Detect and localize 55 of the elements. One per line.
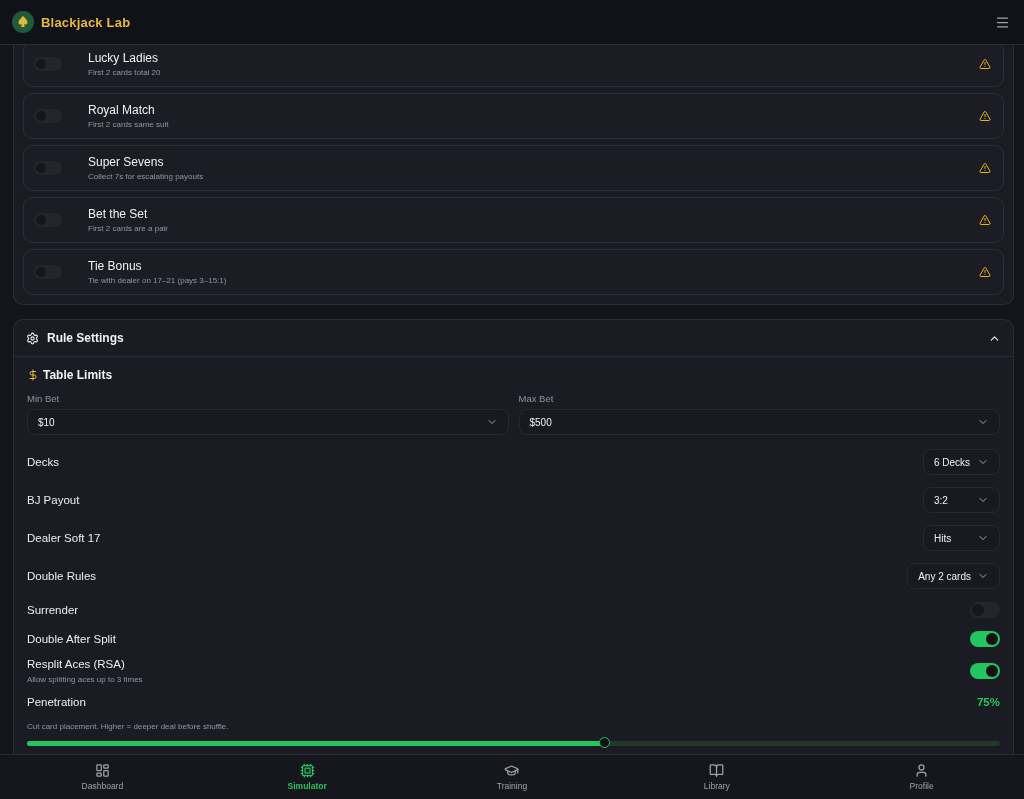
warning-icon — [979, 162, 991, 174]
bet-select[interactable]: $10 — [27, 409, 509, 435]
person-icon — [914, 763, 930, 778]
rule-label: Surrender — [27, 603, 79, 616]
rule-select[interactable]: Any 2 cards — [907, 563, 1000, 589]
toggle-switch[interactable] — [970, 663, 1000, 679]
rule-description: Cut card placement. Higher = deeper deal before shuffle. — [27, 722, 229, 731]
panel-header[interactable]: Rule Settings — [14, 320, 1013, 357]
nav-item[interactable]: Training — [409, 755, 615, 799]
slider-thumb[interactable] — [598, 737, 610, 748]
rule-label: BJ Payout — [27, 494, 80, 506]
menu-icon[interactable] — [995, 14, 1010, 30]
rule-label: Dealer Soft 17 — [27, 532, 101, 544]
nav-item[interactable]: Dashboard — [0, 755, 205, 799]
warning-icon — [979, 214, 991, 226]
panel-title: Rule Settings — [47, 331, 125, 345]
side-bet-name: Tie Bonus — [88, 259, 143, 273]
slider-reading: 75% — [976, 696, 1000, 708]
toggle-switch[interactable] — [970, 630, 1000, 647]
warning-icon — [979, 110, 991, 122]
dollar-icon — [27, 369, 39, 381]
dashboard-icon — [94, 763, 110, 778]
rule-select[interactable]: 3:2 — [923, 487, 1000, 513]
logo-icon — [12, 11, 34, 33]
rule-label: Double After Split — [27, 632, 116, 645]
graduation-cap-icon — [504, 763, 520, 778]
rule-select[interactable]: 6 Decks — [923, 449, 1000, 475]
side-bet-description: First 2 cards are a pair — [88, 224, 170, 233]
side-bet-description: Tie with dealer on 17–21 (pays 3–15:1) — [88, 276, 228, 285]
nav-item[interactable]: Profile — [819, 755, 1024, 799]
side-bet-name: Bet the Set — [88, 207, 149, 221]
nav-item[interactable]: Library — [614, 755, 820, 799]
bet-select[interactable]: $500 — [518, 409, 1000, 435]
rule-label: Penetration — [27, 696, 86, 708]
rule-description: Allow splitting aces up to 3 times — [27, 675, 143, 684]
book-icon — [709, 763, 725, 778]
side-bet-name: Super Sevens — [88, 155, 165, 169]
side-bet-name: Lucky Ladies — [88, 51, 160, 65]
side-bet-description: First 2 cards same suit — [88, 120, 170, 129]
side-bet-description: First 2 cards total 20 — [88, 68, 162, 77]
app-title: Blackjack Lab — [41, 14, 131, 30]
warning-icon — [979, 58, 991, 70]
side-bet-name: Royal Match — [88, 103, 156, 117]
rule-label: Resplit Aces (RSA) — [27, 658, 126, 670]
field-label: Min Bet — [27, 393, 61, 404]
nav-item[interactable]: Simulator — [204, 755, 410, 799]
field-label: Max Bet — [518, 393, 555, 404]
rule-label: Double Rules — [27, 570, 97, 582]
chip-icon — [299, 763, 315, 778]
section-title: Table Limits — [43, 368, 113, 382]
rule-select[interactable]: Hits — [923, 525, 1000, 551]
settings-icon — [26, 331, 39, 345]
side-bet-description: Collect 7s for escalating payouts — [88, 172, 205, 181]
rule-label: Decks — [27, 456, 59, 468]
warning-icon — [979, 266, 991, 278]
